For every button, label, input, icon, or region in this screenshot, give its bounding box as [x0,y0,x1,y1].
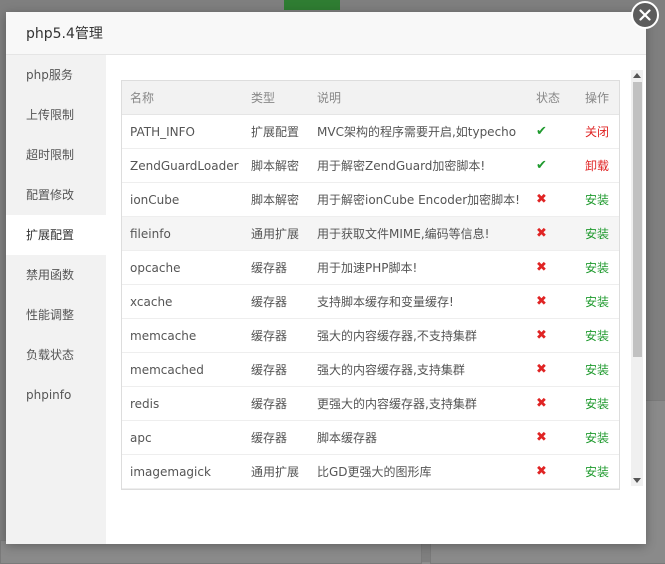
extension-description: 用于加速PHP脚本! [317,261,418,275]
check-icon: ✔ [536,124,547,139]
extension-type: 缓存器 [251,363,288,377]
header-action: 操作 [577,81,619,115]
extension-name: fileinfo [130,226,171,241]
table-row: PATH_INFO 扩展配置 MVC架构的程序需要开启,如typecho ✔ 关闭 [122,114,619,149]
modal-title: php5.4管理 [26,26,103,42]
scroll-down-icon[interactable] [633,478,641,483]
table-row: ZendGuardLoader 脚本解密 用于解密ZendGuard加密脚本! ✔ 卸载 [122,148,619,183]
extension-name: imagemagick [130,464,211,479]
extension-name: ionCube [130,192,180,207]
close-button[interactable] [631,1,659,29]
extension-type: 缓存器 [251,431,288,445]
cross-icon: ✖ [536,260,547,275]
table-row: memcache 缓存器 强大的内容缓存器,不支持集群 ✖ 安装 [122,318,619,353]
sidebar: php服务 上传限制 超时限制 配置修改 扩展配置 禁用函数 性能调整 负载状态… [6,55,106,544]
extension-action-link[interactable]: 安装 [585,193,609,207]
extension-name: apc [130,430,152,445]
extension-name: memcached [130,362,204,377]
table-row: imagemagick 通用扩展 比GD更强大的图形库 ✖ 安装 [122,454,619,489]
header-description: 说明 [309,81,528,115]
extension-description: 脚本缓存器 [317,431,378,445]
extension-name: xcache [130,294,173,309]
extension-type: 缓存器 [251,295,288,309]
header-name: 名称 [122,81,243,115]
extension-description: 更强大的内容缓存器,支持集群 [317,397,477,411]
sidebar-item-config-edit[interactable]: 配置修改 [6,175,106,215]
extension-description: 支持脚本缓存和变量缓存! [317,295,454,309]
table-row: apc 缓存器 脚本缓存器 ✖ 安装 [122,420,619,455]
cross-icon: ✖ [536,226,547,241]
check-icon: ✔ [536,158,547,173]
table-row: xcache 缓存器 支持脚本缓存和变量缓存! ✖ 安装 [122,284,619,319]
extension-action-link[interactable]: 关闭 [585,125,609,139]
sidebar-item-timeout-limit[interactable]: 超时限制 [6,135,106,175]
php-manage-modal: php5.4管理 php服务 上传限制 超时限制 配置修改 扩展配置 禁用函数 … [6,12,646,544]
extension-name: redis [130,396,160,411]
header-type: 类型 [243,81,309,115]
extension-action-link[interactable]: 卸载 [585,159,609,173]
extension-name: memcache [130,328,197,343]
table-row: opcache 缓存器 用于加速PHP脚本! ✖ 安装 [122,250,619,285]
header-status: 状态 [528,81,577,115]
cross-icon: ✖ [536,328,547,343]
background-button [284,0,340,10]
extension-action-link[interactable]: 安装 [585,465,609,479]
extension-action-link[interactable]: 安装 [585,261,609,275]
extension-description: 强大的内容缓存器,不支持集群 [317,329,477,343]
extension-description: 用于获取文件MIME,编码等信息! [317,227,490,241]
extension-description: 用于解密ZendGuard加密脚本! [317,159,486,173]
cross-icon: ✖ [536,464,547,479]
sidebar-item-disabled-functions[interactable]: 禁用函数 [6,255,106,295]
extension-action-link[interactable]: 安装 [585,431,609,445]
extension-name: opcache [130,260,181,275]
extension-name: PATH_INFO [130,124,195,139]
extension-type: 脚本解密 [251,193,300,207]
cross-icon: ✖ [536,362,547,377]
extension-type: 缓存器 [251,329,288,343]
extension-type: 缓存器 [251,261,288,275]
sidebar-item-php-service[interactable]: php服务 [6,55,106,95]
extension-action-link[interactable]: 安装 [585,397,609,411]
table-header-row: 名称 类型 说明 状态 操作 [122,81,619,115]
extension-action-link[interactable]: 安装 [585,227,609,241]
close-icon [639,9,651,21]
cross-icon: ✖ [536,430,547,445]
table-row: redis 缓存器 更强大的内容缓存器,支持集群 ✖ 安装 [122,386,619,421]
cross-icon: ✖ [536,294,547,309]
sidebar-item-performance[interactable]: 性能调整 [6,295,106,335]
sidebar-item-phpinfo[interactable]: phpinfo [6,375,106,415]
modal-header: php5.4管理 [6,12,646,55]
extension-description: MVC架构的程序需要开启,如typecho [317,125,517,139]
cross-icon: ✖ [536,396,547,411]
extension-table: 名称 类型 说明 状态 操作 PATH_INFO 扩展配置 MVC架构的程序需要开启… [122,81,619,489]
sidebar-item-load-status[interactable]: 负载状态 [6,335,106,375]
extension-description: 强大的内容缓存器,支持集群 [317,363,465,377]
extension-table-container: 名称 类型 说明 状态 操作 PATH_INFO 扩展配置 MVC架构的程序需要开启… [121,80,620,490]
extension-type: 扩展配置 [251,125,300,139]
extension-action-link[interactable]: 安装 [585,329,609,343]
sidebar-item-extensions[interactable]: 扩展配置 [6,215,106,255]
extension-action-link[interactable]: 安装 [585,295,609,309]
extension-type: 脚本解密 [251,159,300,173]
cross-icon: ✖ [536,192,547,207]
table-row: ionCube 脚本解密 用于解密ionCube Encoder加密脚本! ✖ 安装 [122,182,619,217]
scrollbar-thumb[interactable] [633,82,642,357]
extension-name: ZendGuardLoader [130,158,239,173]
extension-type: 通用扩展 [251,465,300,479]
table-scrollbar[interactable] [631,70,643,486]
extension-type: 通用扩展 [251,227,300,241]
extension-type: 缓存器 [251,397,288,411]
extension-description: 比GD更强大的图形库 [317,465,432,479]
extension-content: 名称 类型 说明 状态 操作 PATH_INFO 扩展配置 MVC架构的程序需要开启… [121,80,620,490]
scroll-up-icon[interactable] [633,73,641,78]
table-row: fileinfo 通用扩展 用于获取文件MIME,编码等信息! ✖ 安装 [122,216,619,251]
extension-description: 用于解密ionCube Encoder加密脚本! [317,193,520,207]
table-row: memcached 缓存器 强大的内容缓存器,支持集群 ✖ 安装 [122,352,619,387]
sidebar-item-upload-limit[interactable]: 上传限制 [6,95,106,135]
extension-action-link[interactable]: 安装 [585,363,609,377]
